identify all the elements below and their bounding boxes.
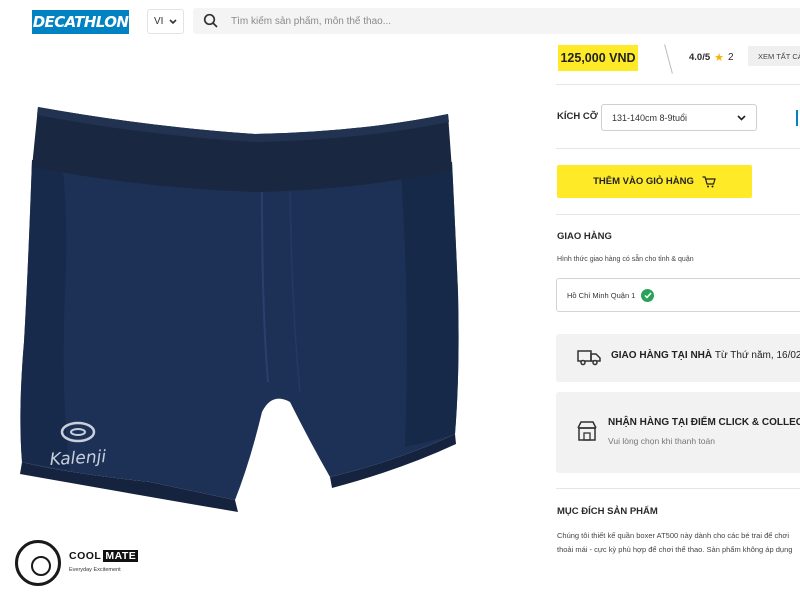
shipping-note: Hình thức giao hàng có sẵn cho tỉnh & qu… xyxy=(557,256,694,263)
home-delivery-option[interactable]: GIAO HÀNG TẠI NHÀ Từ Thứ năm, 16/02 xyxy=(556,334,800,382)
click-collect-option[interactable]: NHẬN HÀNG TẠI ĐIỂM CLICK & COLLECT TỪ Vu… xyxy=(556,392,800,473)
search-input[interactable] xyxy=(231,15,731,27)
chevron-down-icon xyxy=(169,18,177,24)
see-all-reviews-button[interactable]: XEM TẤT CẢ xyxy=(748,46,800,66)
cart-icon xyxy=(702,175,716,187)
coolmate-wordmark: COOL MATE xyxy=(69,550,139,562)
product-purpose-title: MỤC ĐÍCH SẢN PHẨM xyxy=(557,506,658,517)
top-header: DECATHLON VI xyxy=(0,0,800,42)
divider xyxy=(556,488,800,489)
product-purpose-text: Chúng tôi thiết kế quần boxer AT500 này … xyxy=(557,531,793,554)
divider xyxy=(556,214,800,215)
size-guide-link[interactable] xyxy=(796,110,798,126)
decathlon-logo[interactable]: DECATHLON xyxy=(32,10,129,34)
svg-text:Kalenji: Kalenji xyxy=(49,447,107,470)
search-bar[interactable] xyxy=(193,8,800,34)
rating-count: 2 xyxy=(728,51,734,63)
coolmate-tagline: Everyday Excitement xyxy=(69,567,121,573)
language-selector[interactable]: VI xyxy=(147,9,184,34)
divider-slash xyxy=(664,44,673,74)
price-tag: 125,000 VND xyxy=(558,45,638,71)
size-value: 131-140cm 8-9tuổi xyxy=(612,112,688,123)
truck-icon xyxy=(577,350,601,366)
home-delivery-text: GIAO HÀNG TẠI NHÀ Từ Thứ năm, 16/02 xyxy=(611,350,800,361)
product-image[interactable]: Kalenji xyxy=(0,42,540,562)
chevron-down-icon xyxy=(737,114,746,121)
store-icon xyxy=(577,421,597,441)
size-label: KÍCH CỠ xyxy=(557,111,598,122)
language-label: VI xyxy=(154,16,164,27)
rating[interactable]: 4.0/5 ★ 2 xyxy=(689,48,734,66)
add-to-cart-label: THÊM VÀO GIỎ HÀNG xyxy=(593,176,694,187)
click-collect-subtitle: Vui lòng chọn khi thanh toán xyxy=(608,436,715,446)
divider xyxy=(556,148,800,149)
coolmate-logo-icon xyxy=(15,540,61,586)
star-icon: ★ xyxy=(714,51,725,64)
size-select[interactable]: 131-140cm 8-9tuổi xyxy=(601,104,757,131)
rating-score: 4.0/5 xyxy=(689,51,711,63)
add-to-cart-button[interactable]: THÊM VÀO GIỎ HÀNG xyxy=(557,165,752,198)
click-collect-title: NHẬN HÀNG TẠI ĐIỂM CLICK & COLLECT TỪ xyxy=(608,417,800,428)
boxer-shorts-image: Kalenji xyxy=(20,107,459,512)
coolmate-watermark: COOL MATE Everyday Excitement xyxy=(15,540,155,588)
location-selector[interactable]: Hồ Chí Minh Quận 1 xyxy=(556,278,800,312)
search-icon[interactable] xyxy=(203,13,219,29)
product-info-panel: 125,000 VND 4.0/5 ★ 2 XEM TẤT CẢ KÍCH CỠ… xyxy=(540,42,800,600)
shipping-title: GIAO HÀNG xyxy=(557,231,612,242)
divider xyxy=(556,84,800,85)
check-icon xyxy=(641,288,655,302)
location-value: Hồ Chí Minh Quận 1 xyxy=(567,290,636,300)
